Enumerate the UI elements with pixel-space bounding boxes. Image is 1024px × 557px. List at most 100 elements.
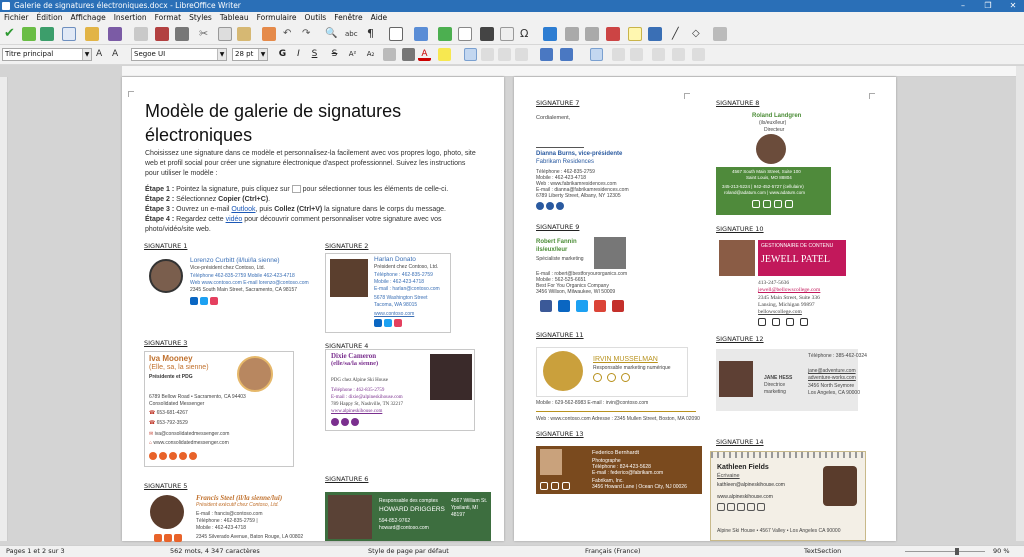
numbering-icon[interactable] (560, 48, 573, 61)
menu-format[interactable]: Format (155, 12, 181, 23)
signature-4-card[interactable]: Dixie Cameron (elle/sa/la sienne) PDG ch… (325, 349, 475, 431)
align-left-icon[interactable] (464, 48, 477, 61)
signature-6-card[interactable]: Responsable des comptes HOWARD DRIGGERS … (325, 492, 491, 541)
linkedin-icon[interactable] (341, 418, 349, 426)
document-title[interactable]: Modèle de galerie de signatures électron… (145, 99, 435, 147)
clear-formatting-icon[interactable] (383, 48, 396, 61)
zoom-level[interactable]: 90 % (993, 546, 1010, 557)
menu-edition[interactable]: Édition (37, 12, 63, 23)
paste-icon[interactable] (237, 27, 251, 41)
facebook-icon[interactable] (536, 202, 544, 210)
intro-paragraph[interactable]: Choisissez une signature dans ce modèle … (145, 149, 481, 179)
redo-icon[interactable]: ↷ (302, 27, 316, 41)
endnote-icon[interactable] (585, 27, 599, 41)
menu-affichage[interactable]: Affichage (70, 12, 105, 23)
italic-icon[interactable]: I (292, 48, 305, 61)
comment-icon[interactable] (628, 27, 642, 41)
page-break-icon[interactable] (480, 27, 494, 41)
language[interactable]: Français (France) (585, 546, 641, 557)
linkedin-icon[interactable] (737, 503, 745, 511)
decrease-indent-icon[interactable] (630, 48, 643, 61)
menu-fenetre[interactable]: Fenêtre (334, 12, 362, 23)
font-color-icon[interactable]: A (418, 48, 431, 61)
step-3[interactable]: Étape 3 : Ouvrez un e-mail Outlook, puis… (145, 205, 485, 215)
facebook-icon[interactable] (593, 373, 602, 382)
insert-image-icon[interactable] (414, 27, 428, 41)
zoom-slider[interactable] (905, 551, 985, 552)
menu-formulaire[interactable]: Formulaire (257, 12, 297, 23)
youtube-icon[interactable] (189, 452, 197, 460)
linkedin-icon[interactable] (546, 202, 554, 210)
instagram-icon[interactable] (159, 452, 167, 460)
facebook-icon[interactable] (331, 418, 339, 426)
step-1[interactable]: Étape 1 : Pointez la signature, puis cli… (145, 185, 481, 195)
instagram-icon[interactable] (747, 503, 755, 511)
copy-icon[interactable] (218, 27, 232, 41)
linkedin-icon[interactable] (190, 297, 198, 305)
youtube-icon[interactable] (612, 300, 624, 312)
signature-11-card[interactable]: IRVIN MUSSELMAN Responsable marketing nu… (536, 347, 688, 397)
close-button[interactable]: ✕ (1002, 0, 1024, 12)
para-spacing-icon[interactable] (672, 48, 685, 61)
twitter-icon[interactable] (800, 318, 808, 326)
signature-10-card[interactable]: GESTIONNAIRE DE CONTENU JEWELL PATEL 413… (716, 237, 846, 329)
font-size-select[interactable]: 28 pt ▼ (232, 48, 268, 61)
twitter-icon[interactable] (621, 373, 630, 382)
signature-9-card[interactable]: Robert Fannin ils/eux/leur Spécialiste m… (536, 235, 627, 315)
linkedin-icon[interactable] (774, 200, 782, 208)
facebook-icon[interactable] (540, 482, 548, 490)
twitter-icon[interactable] (556, 202, 564, 210)
signature-3-card[interactable]: Iva Mooney (Elle, sa, la sienne) Préside… (144, 351, 294, 467)
basic-shapes-icon[interactable]: ◇ (692, 27, 706, 41)
template-icon[interactable] (40, 27, 54, 41)
zoom-slider-handle[interactable] (955, 548, 959, 555)
strikethrough-icon[interactable]: S (328, 48, 341, 61)
line-spacing-icon[interactable] (652, 48, 665, 61)
insert-table-icon[interactable] (389, 27, 403, 41)
new-style-icon[interactable]: A (112, 48, 125, 61)
special-character-icon[interactable]: Ω (520, 27, 534, 41)
signature-1-card[interactable]: Lorenzo Curbitt (il/lui/la sienne) Vice-… (144, 253, 309, 313)
signature-14-card[interactable]: Kathleen Fields Écrivaine kathleen@alpin… (710, 451, 866, 541)
linkedin-icon[interactable] (607, 373, 616, 382)
vertical-ruler[interactable] (0, 77, 8, 541)
insert-textbox-icon[interactable] (458, 27, 472, 41)
pdf-icon[interactable] (155, 27, 169, 41)
bookmark-icon[interactable] (606, 27, 620, 41)
linkedin-icon[interactable] (179, 452, 187, 460)
highlight-icon[interactable] (438, 48, 451, 61)
justify-icon[interactable] (515, 48, 528, 61)
align-right-icon[interactable] (498, 48, 511, 61)
underline-icon[interactable]: S (308, 48, 321, 61)
subscript-icon[interactable]: A₂ (364, 48, 377, 61)
outline-icon[interactable] (590, 48, 603, 61)
menu-tableau[interactable]: Tableau (220, 12, 249, 23)
minimize-button[interactable]: – (952, 0, 974, 12)
clone-format-icon[interactable] (262, 27, 276, 41)
twitter-icon[interactable] (576, 300, 588, 312)
spellcheck-icon[interactable]: abc (345, 27, 359, 41)
twitter-icon[interactable] (169, 452, 177, 460)
new-document-icon[interactable] (62, 27, 76, 41)
track-changes-icon[interactable] (648, 27, 662, 41)
insert-chart-icon[interactable] (438, 27, 452, 41)
twitter-icon[interactable] (351, 418, 359, 426)
align-center-icon[interactable] (481, 48, 494, 61)
maximize-button[interactable]: ❐ (977, 0, 999, 12)
increase-indent-icon[interactable] (612, 48, 625, 61)
superscript-icon[interactable]: A² (346, 48, 359, 61)
facebook-icon[interactable] (174, 534, 182, 542)
menu-aide[interactable]: Aide (371, 12, 388, 23)
paragraph-style-select[interactable]: Titre principal ▼ (2, 48, 92, 61)
signature-13-card[interactable]: Federico Bernhardt Photographe Téléphone… (536, 446, 702, 494)
vertical-scrollbar[interactable] (1016, 66, 1024, 541)
twitter-icon[interactable] (164, 534, 172, 542)
new-icon[interactable] (22, 27, 36, 41)
facebook-icon[interactable] (752, 200, 760, 208)
insert-field-icon[interactable] (500, 27, 514, 41)
twitter-icon[interactable] (717, 503, 725, 511)
paragraph-dialog-icon[interactable] (692, 48, 705, 61)
footnote-icon[interactable] (565, 27, 579, 41)
instagram-icon[interactable] (394, 319, 402, 327)
find-icon[interactable]: 🔍 (325, 27, 339, 41)
